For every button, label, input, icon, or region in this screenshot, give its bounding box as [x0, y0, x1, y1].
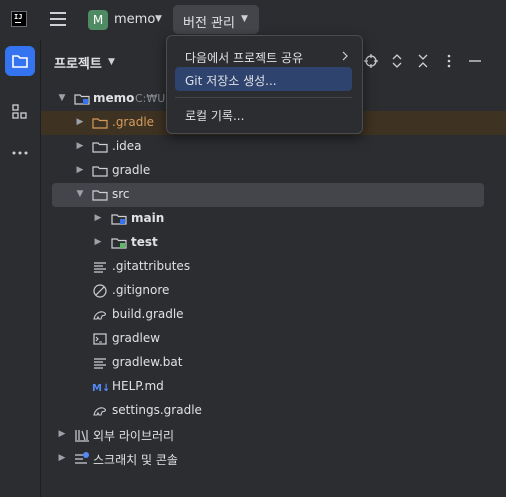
vcs-menu-label[interactable]: 버전 관리 — [183, 12, 235, 31]
gradle-file-icon — [93, 407, 106, 416]
tree-item-label: .gitattributes — [112, 259, 191, 273]
ignore-file-icon — [93, 284, 107, 298]
tree-row[interactable]: ▶ main — [41, 207, 506, 231]
expanded-arrow-icon[interactable]: ▼ — [57, 93, 67, 103]
folder-icon — [92, 166, 108, 177]
project-tool-button[interactable] — [5, 46, 35, 76]
tree-item-label: settings.gradle — [112, 403, 202, 417]
tree-item-label: 외부 라이브러리 — [93, 429, 175, 443]
tree-row[interactable]: gradlew.bat — [41, 351, 506, 375]
menu-item-share-project[interactable]: 다음에서 프로젝트 공유 — [175, 44, 352, 68]
svg-text:M↓: M↓ — [92, 383, 108, 394]
collapsed-arrow-icon[interactable]: ▶ — [93, 237, 103, 247]
menu-item-local-history[interactable]: 로컬 기록... — [175, 102, 352, 126]
markdown-file-icon: M↓ — [92, 383, 108, 394]
module-folder-icon — [111, 214, 127, 225]
collapsed-arrow-icon[interactable]: ▶ — [75, 117, 85, 127]
tree-item-label: main — [131, 211, 165, 225]
project-badge[interactable]: M — [88, 10, 108, 30]
menu-item-label: Git 저장소 생성... — [185, 74, 277, 88]
tree-item-label: .gradle — [112, 115, 155, 129]
panel-title-chevron-down-icon[interactable]: ▼ — [108, 57, 115, 67]
tree-row[interactable]: gradlew — [41, 327, 506, 351]
collapsed-arrow-icon[interactable]: ▶ — [57, 453, 67, 463]
scratch-icon — [75, 452, 89, 464]
module-folder-icon — [74, 94, 90, 105]
chevron-right-icon — [342, 51, 348, 61]
project-name[interactable]: memo — [114, 12, 155, 27]
text-file-icon — [94, 358, 106, 369]
collapsed-arrow-icon[interactable]: ▶ — [75, 165, 85, 175]
tree-row[interactable]: ▶ gradle — [41, 159, 506, 183]
tree-row[interactable]: .gitignore — [41, 279, 506, 303]
tree-item-label: src — [112, 187, 130, 201]
tree-item-label: test — [131, 235, 158, 249]
library-icon — [75, 430, 89, 442]
vcs-dropdown-menu: 다음에서 프로젝트 공유 Git 저장소 생성... 로컬 기록... — [166, 35, 363, 134]
tree-row[interactable]: build.gradle — [41, 303, 506, 327]
main-menu-icon[interactable] — [50, 12, 66, 26]
tree-row[interactable]: ▶ test — [41, 231, 506, 255]
expanded-arrow-icon[interactable]: ▼ — [75, 189, 85, 199]
tree-row[interactable]: settings.gradle — [41, 399, 506, 423]
structure-tool-button[interactable] — [5, 97, 35, 127]
tree-item-label: build.gradle — [112, 307, 184, 321]
tree-item-label: .gitignore — [112, 283, 170, 297]
collapse-icon[interactable] — [415, 53, 431, 69]
folder-icon — [12, 55, 28, 68]
more-icon — [12, 151, 28, 155]
tree-row[interactable]: ▶ 외부 라이브러리 — [41, 423, 506, 447]
menu-item-label: 로컬 기록... — [185, 109, 245, 123]
tree-row[interactable]: ▶ .idea — [41, 135, 506, 159]
tree-root-label: memo — [93, 91, 135, 105]
collapsed-arrow-icon[interactable]: ▶ — [93, 213, 103, 223]
menu-item-create-git-repo[interactable]: Git 저장소 생성... — [175, 67, 352, 91]
menu-item-label: 다음에서 프로젝트 공유 — [185, 51, 304, 65]
tree-item-label: gradlew — [112, 331, 161, 345]
more-tools-button[interactable] — [5, 138, 35, 168]
hide-icon[interactable] — [467, 53, 483, 69]
app-logo: IJ — [11, 11, 27, 27]
gradle-file-icon — [93, 311, 106, 320]
vcs-chevron-down-icon[interactable]: ▼ — [241, 14, 248, 24]
tree-row-selected[interactable]: ▼ src — [52, 183, 484, 207]
tree-row[interactable]: ▶ 스크래치 및 콘솔 — [41, 447, 506, 471]
tree-row[interactable]: M↓ HELP.md — [41, 375, 506, 399]
project-panel-title[interactable]: 프로젝트 — [54, 53, 102, 72]
expand-icon[interactable] — [389, 53, 405, 69]
options-icon[interactable] — [441, 53, 457, 69]
structure-icon — [12, 104, 27, 119]
collapsed-arrow-icon[interactable]: ▶ — [75, 141, 85, 151]
project-chevron-down-icon[interactable]: ▼ — [155, 14, 162, 24]
app-logo-text: IJ — [14, 13, 23, 21]
tree-item-label: gradle — [112, 163, 151, 177]
tree-item-label: 스크래치 및 콘솔 — [93, 453, 178, 467]
tree-item-label: gradlew.bat — [112, 355, 183, 369]
folder-icon — [92, 118, 108, 129]
folder-icon — [92, 142, 108, 153]
tree-item-label: HELP.md — [112, 379, 164, 393]
tree-row[interactable]: .gitattributes — [41, 255, 506, 279]
folder-icon — [92, 190, 108, 201]
terminal-file-icon — [93, 333, 107, 345]
locate-icon[interactable] — [363, 53, 379, 69]
text-file-icon — [94, 262, 106, 273]
menu-separator — [175, 97, 352, 98]
module-folder-icon — [111, 238, 127, 249]
collapsed-arrow-icon[interactable]: ▶ — [57, 429, 67, 439]
tree-item-label: .idea — [112, 139, 142, 153]
